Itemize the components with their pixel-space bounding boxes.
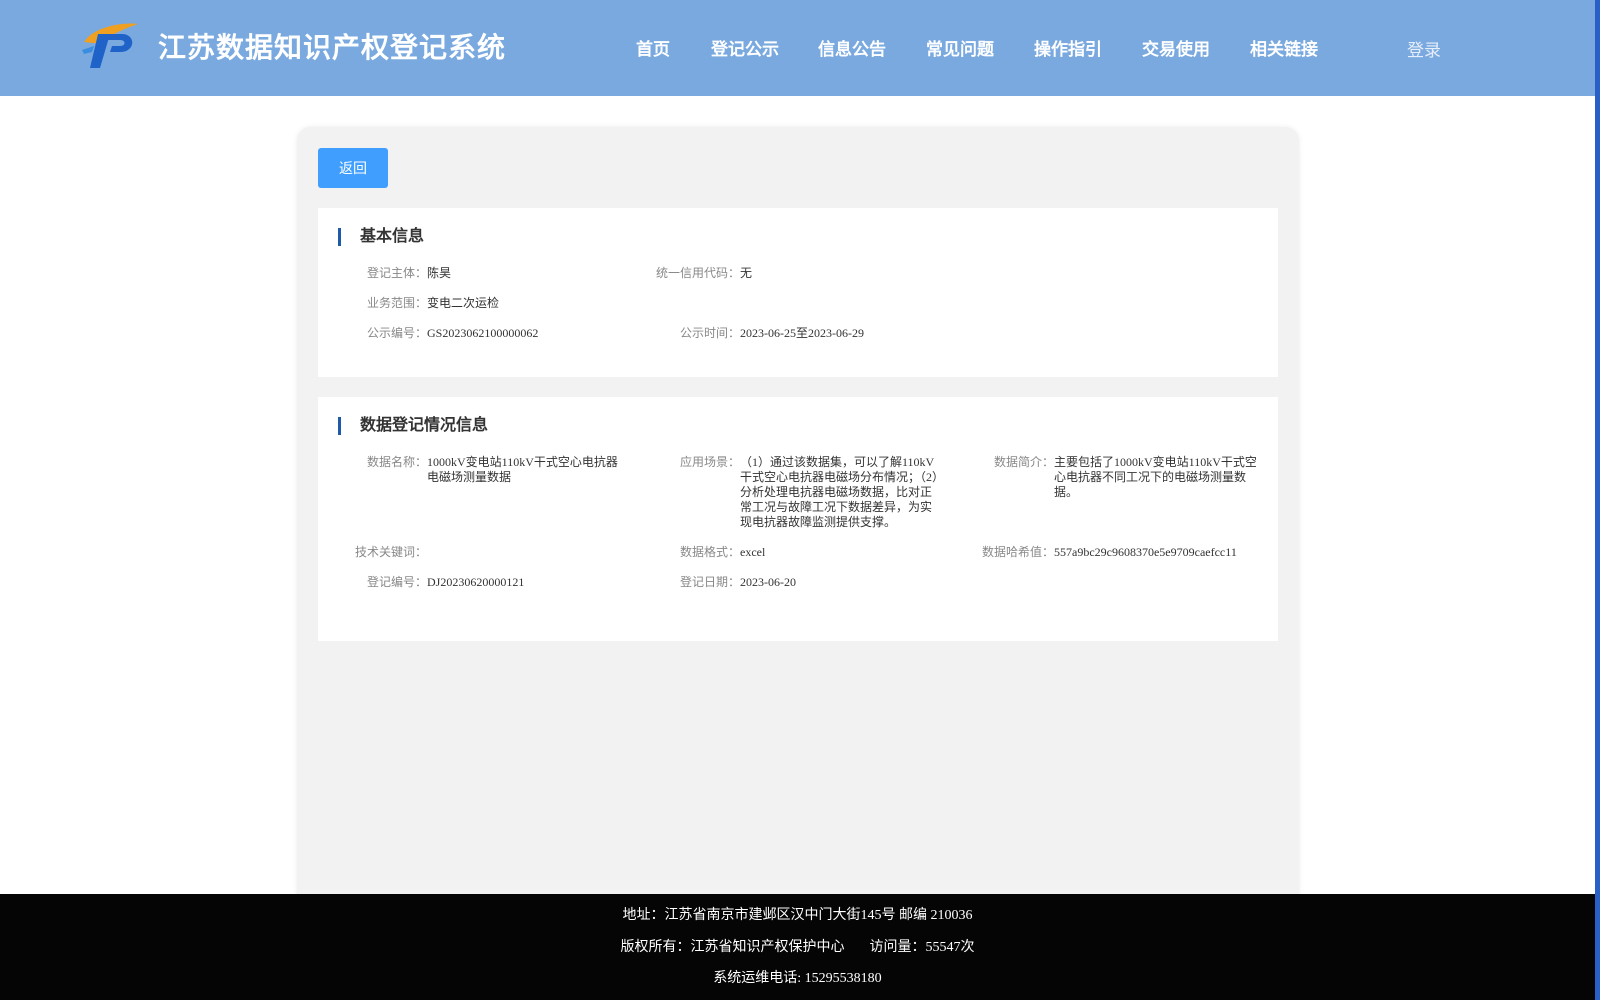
field-intro: 数据简介： 主要包括了1000kV变电站110kV干式空心电抗器不同工况下的电磁… — [994, 455, 1258, 500]
field-hash-label: 数据哈希值： — [981, 545, 1054, 559]
footer-hotline: 系统运维电话: 15295538180 — [713, 971, 882, 986]
nav-item-faq[interactable]: 常见问题 — [926, 35, 994, 60]
site-logo-icon[interactable] — [80, 20, 140, 70]
footer-copyright-line: 版权所有：江苏省知识产权保护中心 访问量：55547次 — [0, 936, 1595, 956]
field-hash-value: 557a9bc29c9608370e5e9709caefcc11 — [1054, 545, 1237, 559]
footer-address: 地址：江苏省南京市建邺区汉中门大街145号 邮编 210036 — [622, 908, 973, 923]
footer-visits: 访问量：55547次 — [869, 940, 975, 955]
field-scenario-label: 应用场景： — [679, 455, 740, 469]
nav-item-home[interactable]: 首页 — [636, 35, 670, 60]
registration-info-title: 数据登记情况信息 — [338, 417, 488, 435]
login-link[interactable]: 登录 — [1407, 36, 1441, 61]
field-scope-value: 变电二次运检 — [427, 296, 500, 310]
field-keywords-label: 技术关键词： — [354, 545, 427, 559]
field-reg-date-label: 登记日期： — [679, 575, 740, 589]
nav-item-announcements[interactable]: 信息公告 — [818, 35, 886, 60]
back-button[interactable]: 返回 — [318, 148, 388, 188]
field-notice-no: 公示编号： GS2023062100000062 — [367, 326, 647, 341]
basic-info-card: 基本信息 登记主体： 陈昊 统一信用代码： 无 业务范围： 变电二次运检 公示编… — [318, 208, 1278, 377]
field-scope: 业务范围： 变电二次运检 — [367, 296, 727, 311]
nav-item-trading[interactable]: 交易使用 — [1142, 35, 1210, 60]
field-notice-time: 公示时间： 2023-06-25至2023-06-29 — [680, 326, 960, 341]
field-data-name: 数据名称： 1000kV变电站110kV干式空心电抗器电磁场测量数据 — [367, 455, 629, 485]
field-reg-date-value: 2023-06-20 — [740, 575, 796, 589]
page-scrollbar[interactable] — [1595, 0, 1600, 1000]
field-scenario: 应用场景： （1）通过该数据集，可以了解110kV干式空心电抗器电磁场分布情况；… — [680, 455, 940, 530]
field-data-name-label: 数据名称： — [366, 455, 427, 469]
field-reg-no-label: 登记编号： — [366, 575, 427, 589]
nav-item-links[interactable]: 相关链接 — [1250, 35, 1318, 60]
nav-item-registration-notice[interactable]: 登记公示 — [711, 35, 779, 60]
nav-item-guide[interactable]: 操作指引 — [1034, 35, 1102, 60]
field-hash: 数据哈希值： 557a9bc29c9608370e5e9709caefcc11 — [982, 545, 1264, 560]
top-header: 江苏数据知识产权登记系统 首页 登记公示 信息公告 常见问题 操作指引 交易使用… — [0, 0, 1595, 96]
field-notice-no-label: 公示编号： — [366, 326, 427, 340]
field-reg-no-value: DJ20230620000121 — [427, 575, 525, 589]
field-subject: 登记主体： 陈昊 — [367, 266, 627, 281]
field-subject-value: 陈昊 — [427, 266, 452, 280]
basic-info-title: 基本信息 — [338, 228, 424, 246]
field-data-name-value: 1000kV变电站110kV干式空心电抗器电磁场测量数据 — [427, 455, 618, 484]
field-scope-label: 业务范围： — [366, 296, 427, 310]
field-notice-time-label: 公示时间： — [679, 326, 740, 340]
field-credit-code-label: 统一信用代码： — [655, 266, 740, 280]
field-notice-no-value: GS2023062100000062 — [427, 326, 539, 340]
field-credit-code-value: 无 — [740, 266, 753, 280]
field-reg-date: 登记日期： 2023-06-20 — [680, 575, 940, 590]
field-scenario-value: （1）通过该数据集，可以了解110kV干式空心电抗器电磁场分布情况；（2）分析处… — [740, 455, 939, 529]
field-format-value: excel — [740, 545, 766, 559]
field-notice-time-value: 2023-06-25至2023-06-29 — [740, 326, 864, 340]
field-intro-label: 数据简介： — [993, 455, 1054, 469]
footer-copyright: 版权所有：江苏省知识产权保护中心 — [620, 940, 845, 955]
registration-info-card: 数据登记情况信息 数据名称： 1000kV变电站110kV干式空心电抗器电磁场测… — [318, 397, 1278, 641]
page-footer: 地址：江苏省南京市建邺区汉中门大街145号 邮编 210036 版权所有：江苏省… — [0, 894, 1595, 1000]
field-intro-value: 主要包括了1000kV变电站110kV干式空心电抗器不同工况下的电磁场测量数据。 — [1054, 455, 1257, 499]
field-reg-no: 登记编号： DJ20230620000121 — [367, 575, 627, 590]
field-format-label: 数据格式： — [679, 545, 740, 559]
field-subject-label: 登记主体： — [366, 266, 427, 280]
field-format: 数据格式： excel — [680, 545, 940, 560]
field-credit-code: 统一信用代码： 无 — [656, 266, 940, 281]
site-title[interactable]: 江苏数据知识产权登记系统 — [158, 26, 506, 66]
